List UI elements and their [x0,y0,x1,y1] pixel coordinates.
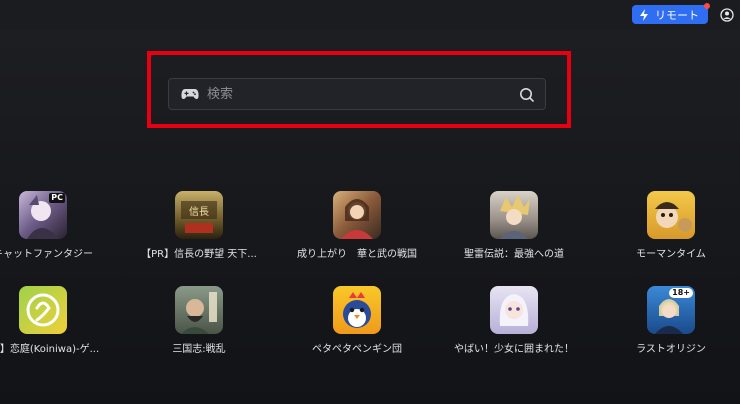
svg-text:信長: 信長 [189,206,209,218]
remote-button-label: リモート [655,8,699,22]
app-tile[interactable]: 三国志:戦乱 [134,286,264,355]
search-icon[interactable] [519,87,535,103]
app-tile[interactable]: ペタペタペンギン団 [292,286,422,355]
app-label: PR】恋庭(Koiniwa)-ゲ... [0,344,100,355]
app-tile[interactable]: 18+ ラストオリジン [606,286,736,355]
app-tile[interactable]: 成り上がり 華と武の戦国 [292,191,422,260]
app-label: ラストオリジン [636,344,706,355]
app-icon [647,191,695,239]
app-label: やばい！少女に囲まれた！ [454,344,574,355]
app-label: 【PR】信長の野望 天下... [141,249,257,260]
app-icon: 18+ [647,286,695,334]
pc-badge: PC [49,193,65,203]
app-label: モーマンタイム [636,249,706,260]
app-icon [490,286,538,334]
app-tile[interactable]: PC キャットファンタジー [0,191,108,260]
app-label: キャットファンタジー [0,249,93,260]
search-box[interactable] [168,78,546,110]
app-label: 成り上がり 華と武の戦国 [297,249,417,260]
app-label: ペタペタペンギン団 [312,344,402,355]
app-label: 三国志:戦乱 [172,344,226,355]
search-input[interactable] [205,85,509,103]
app-icon [175,286,223,334]
app-tile[interactable]: 聖雷伝説：最強への道 [449,191,579,260]
app-tile[interactable]: PR】恋庭(Koiniwa)-ゲ... [0,286,108,355]
app-label: 聖雷伝説：最強への道 [464,249,564,260]
age-rating-badge: 18+ [669,288,693,298]
app-tile[interactable]: モーマンタイム [606,191,736,260]
notification-dot [704,3,710,9]
app-tile[interactable]: やばい！少女に囲まれた！ [449,286,579,355]
account-icon[interactable] [720,8,734,22]
remote-button[interactable]: リモート [632,3,710,24]
app-icon: PC [19,191,67,239]
app-icon [490,191,538,239]
app-icon [333,286,381,334]
app-icon: 信長 [175,191,223,239]
top-bar: リモート [0,0,740,30]
app-icon [333,191,381,239]
gamepad-icon [181,89,199,99]
lightning-icon [640,8,648,21]
app-tile[interactable]: 信長 【PR】信長の野望 天下... [134,191,264,260]
app-icon [19,286,67,334]
